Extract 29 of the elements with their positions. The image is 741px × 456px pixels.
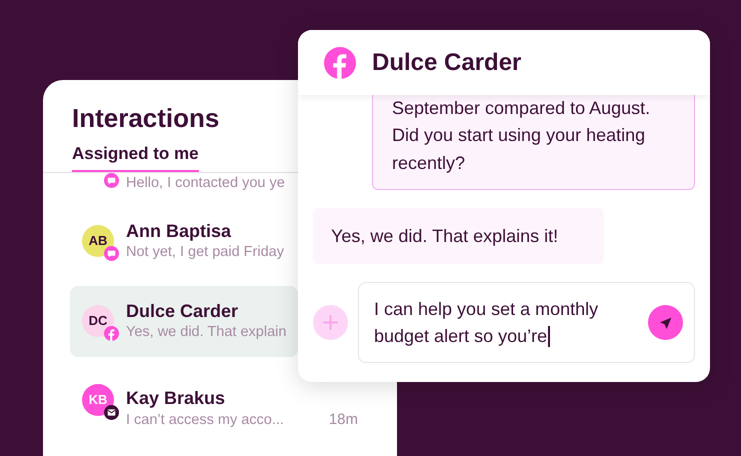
incoming-message: Yes, we did. That explains it! — [313, 208, 604, 264]
conversation-row[interactable]: KB Kay Brakus I can’t access my acco... 18m — [70, 386, 370, 436]
message-preview: Not yet, I get paid Friday — [126, 243, 284, 262]
message-preview: Yes, we did. That explain — [126, 323, 286, 342]
text-cursor — [548, 326, 550, 348]
avatar: AB — [82, 225, 114, 257]
message-preview: I can’t access my acco... — [126, 410, 284, 430]
outgoing-message: September compared to August. Did you start using your heating recently? — [372, 95, 695, 190]
chat-title: Dulce Carder — [372, 48, 522, 78]
contact-name: Dulce Carder — [126, 300, 238, 322]
chat-bubble-icon — [104, 172, 119, 188]
facebook-icon — [104, 326, 119, 341]
send-icon — [658, 314, 674, 330]
contact-name: Ann Baptisa — [126, 220, 232, 242]
chat-bubble-icon — [104, 246, 119, 261]
conversation-row[interactable]: DC Dulce Carder Yes, we did. That explain — [70, 286, 298, 356]
plus-icon — [313, 305, 348, 340]
avatar: KB — [82, 384, 114, 416]
message-input[interactable]: I can help you set a monthly budget alert so you’re — [358, 282, 695, 363]
facebook-icon — [324, 46, 356, 78]
avatar: DC — [82, 305, 114, 337]
message-time: 18m — [328, 410, 358, 430]
tab[interactable]: Assigned to me — [72, 141, 199, 172]
panel-title: Interactions — [71, 102, 220, 134]
send-button[interactable] — [648, 305, 683, 340]
contact-name: Kay Brakus — [126, 386, 226, 408]
conversation-row[interactable]: AB Ann Baptisa Not yet, I get paid Friday — [70, 206, 298, 276]
envelope-icon — [104, 404, 119, 420]
message-preview: Hello, I contacted you ye — [126, 174, 285, 192]
